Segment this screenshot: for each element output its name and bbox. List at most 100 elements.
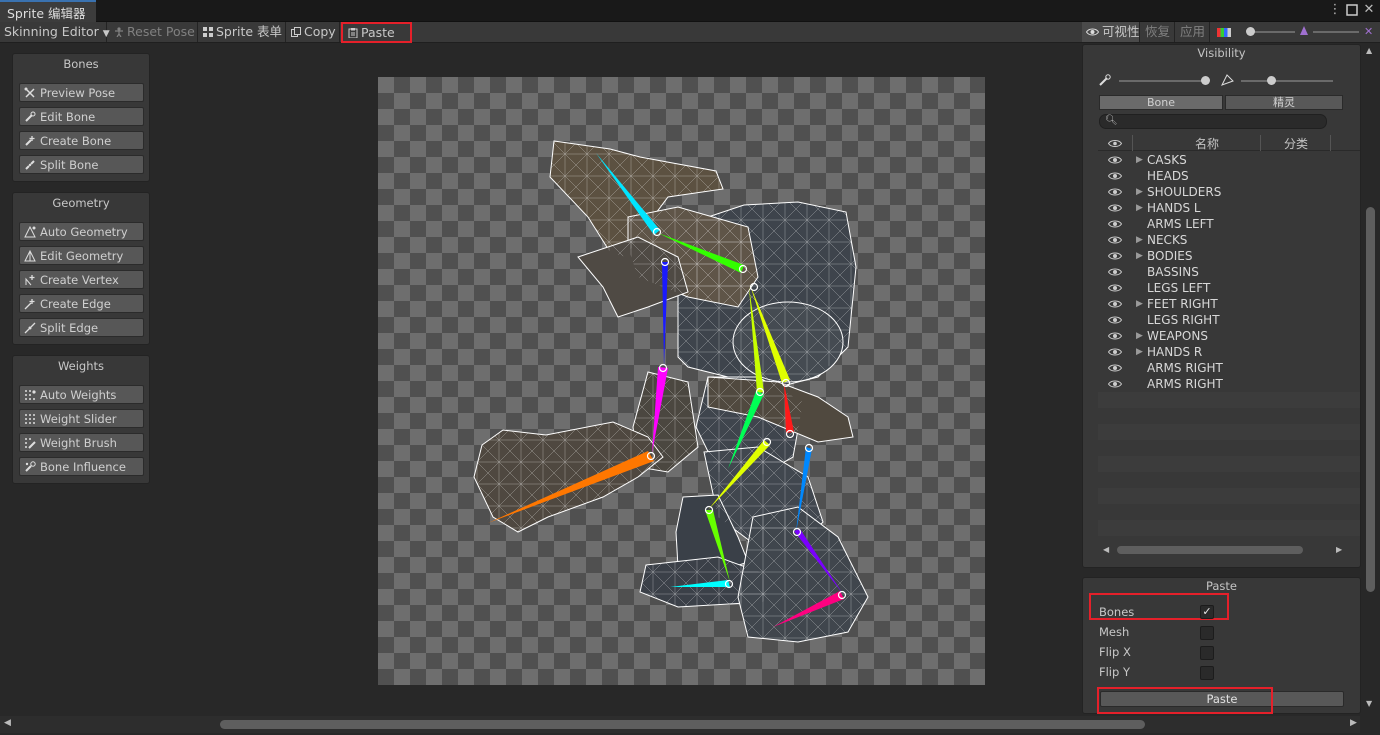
canvas-hscrollbar[interactable]: ◀ ▶ (0, 716, 1360, 733)
create-bone-button[interactable]: Create Bone (19, 131, 144, 150)
scroll-down-icon[interactable]: ▼ (1366, 699, 1372, 708)
tree-row[interactable]: ▶ FEET RIGHT (1098, 296, 1358, 312)
visibility-eye-icon[interactable] (1108, 251, 1122, 261)
skinned-sprite[interactable] (378, 77, 985, 685)
visibility-eye-icon[interactable] (1108, 299, 1122, 309)
visibility-eye-icon[interactable] (1108, 235, 1122, 245)
paste-button-highlight (1097, 687, 1273, 714)
tree-row[interactable]: HEADS (1098, 168, 1358, 184)
tree-row[interactable]: ▶ SHOULDERS (1098, 184, 1358, 200)
tree-row[interactable]: LEGS RIGHT (1098, 312, 1358, 328)
edit-geometry-button[interactable]: Edit Geometry (19, 246, 144, 265)
expand-arrow-icon[interactable]: ▶ (1136, 200, 1143, 216)
list-header: 名称 分类 (1098, 135, 1360, 151)
split-bone-button[interactable]: Split Bone (19, 155, 144, 174)
bone-influence-label: Bone Influence (40, 460, 126, 474)
create-bone-label: Create Bone (40, 134, 112, 148)
visibility-toggle[interactable]: 可视性 (1082, 22, 1140, 42)
split-edge-button[interactable]: Split Edge (19, 318, 144, 337)
tree-row[interactable]: ARMS RIGHT (1098, 360, 1358, 376)
mesh-opacity-slider[interactable] (1241, 75, 1335, 87)
search-field[interactable]: 🔍︎ (1099, 114, 1327, 129)
visibility-eye-icon[interactable] (1108, 347, 1122, 357)
tree-row[interactable]: ▶ HANDS L (1098, 200, 1358, 216)
visibility-eye-icon[interactable] (1108, 171, 1122, 181)
paste-toolbar-button[interactable]: Paste (341, 22, 412, 43)
visibility-eye-icon[interactable] (1108, 363, 1122, 373)
scroll-left-icon[interactable]: ◀ (4, 718, 11, 728)
mode-dropdown-label: Skinning Editor (4, 24, 99, 39)
tree-hscrollbar[interactable]: ◀ ▶ (1103, 545, 1342, 555)
tree-row[interactable]: LEGS LEFT (1098, 280, 1358, 296)
mode-dropdown[interactable]: Skinning Editor ▼ (0, 22, 110, 42)
bone-influence-button[interactable]: Bone Influence (19, 457, 144, 476)
maximize-icon[interactable] (1344, 2, 1360, 18)
apply-button[interactable]: 应用 (1176, 22, 1210, 42)
bone-opacity-slider[interactable] (1119, 75, 1211, 87)
sprite-sheet-button[interactable]: Sprite 表单 (199, 22, 286, 42)
color-channel-icon[interactable] (1213, 26, 1235, 38)
visibility-eye-icon[interactable] (1108, 283, 1122, 293)
flip-x-checkbox[interactable] (1200, 646, 1214, 660)
tab-bone[interactable]: Bone (1099, 95, 1223, 110)
tree-row[interactable]: BASSINS (1098, 264, 1358, 280)
expand-arrow-icon[interactable]: ▶ (1136, 328, 1143, 344)
create-edge-button[interactable]: Create Edge (19, 294, 144, 313)
expand-arrow-icon[interactable]: ▶ (1136, 296, 1143, 312)
tab-sprite[interactable]: 精灵 (1225, 95, 1343, 110)
weight-slider-label: Weight Slider (40, 412, 117, 426)
tree-row[interactable]: ▶ HANDS R (1098, 344, 1358, 360)
expand-arrow-icon[interactable]: ▶ (1136, 248, 1143, 264)
sprite-canvas[interactable] (378, 77, 985, 685)
edit-bone-button[interactable]: Edit Bone (19, 107, 144, 126)
create-edge-label: Create Edge (40, 297, 111, 311)
zoom-slider[interactable] (1245, 26, 1297, 38)
flip-y-checkbox[interactable] (1200, 666, 1214, 680)
scroll-up-icon[interactable]: ▲ (1366, 46, 1372, 55)
tree-row[interactable]: ▶ WEAPONS (1098, 328, 1358, 344)
close-icon[interactable]: ✕ (1361, 2, 1377, 18)
reset-pose-button[interactable]: Reset Pose (110, 22, 198, 42)
panel-vscrollbar[interactable]: ▲ ▼ (1362, 44, 1380, 714)
panel-vscroll-thumb[interactable] (1366, 207, 1375, 592)
mesh-checkbox[interactable] (1200, 626, 1214, 640)
expand-arrow-icon[interactable]: ▶ (1136, 152, 1143, 168)
visibility-eye-icon[interactable] (1108, 315, 1122, 325)
tree-row[interactable]: ▶ NECKS (1098, 232, 1358, 248)
expand-arrow-icon[interactable]: ▶ (1136, 184, 1143, 200)
canvas-hscroll-thumb[interactable] (220, 720, 1145, 729)
window-tab[interactable]: Sprite 编辑器 (0, 0, 96, 22)
visibility-eye-icon[interactable] (1108, 219, 1122, 229)
more-options-icon[interactable]: ⋮ (1327, 2, 1343, 18)
column-category[interactable]: 分类 (1284, 135, 1308, 152)
toolbar: Skinning Editor ▼ Reset Pose Sprite 表单 C… (0, 22, 1380, 43)
visibility-eye-icon[interactable] (1108, 187, 1122, 197)
expand-arrow-icon[interactable]: ▶ (1136, 344, 1143, 360)
revert-button[interactable]: 恢复 (1141, 22, 1175, 42)
scroll-right-icon[interactable]: ▶ (1350, 718, 1357, 728)
visibility-eye-icon[interactable] (1108, 267, 1122, 277)
auto-weights-button[interactable]: Auto Weights (19, 385, 144, 404)
preview-pose-button[interactable]: Preview Pose (19, 83, 144, 102)
visibility-eye-icon[interactable] (1108, 331, 1122, 341)
auto-geometry-button[interactable]: Auto Geometry (19, 222, 144, 241)
weight-slider-button[interactable]: Weight Slider (19, 409, 144, 428)
tree-row[interactable]: ARMS LEFT (1098, 216, 1358, 232)
tree-row[interactable]: ARMS RIGHT (1098, 376, 1358, 392)
bone[interactable] (662, 262, 668, 367)
bones-panel: Bones Preview Pose Edit Bone Create Bone… (12, 53, 150, 182)
visibility-eye-icon[interactable] (1108, 203, 1122, 213)
create-vertex-button[interactable]: Create Vertex (19, 270, 144, 289)
empty-row (1098, 488, 1360, 504)
mip-slider[interactable] (1313, 26, 1361, 38)
expand-arrow-icon[interactable]: ▶ (1136, 232, 1143, 248)
bones-checkbox[interactable]: ✓ (1200, 605, 1214, 619)
paste-panel-title: Paste (1205, 579, 1238, 593)
tree-row[interactable]: ▶ CASKS (1098, 152, 1358, 168)
visibility-eye-icon[interactable] (1108, 155, 1122, 165)
copy-button[interactable]: Copy (287, 22, 340, 42)
weight-brush-button[interactable]: Weight Brush (19, 433, 144, 452)
tree-row[interactable]: ▶ BODIES (1098, 248, 1358, 264)
visibility-eye-icon[interactable] (1108, 379, 1122, 389)
column-name[interactable]: 名称 (1195, 135, 1219, 152)
